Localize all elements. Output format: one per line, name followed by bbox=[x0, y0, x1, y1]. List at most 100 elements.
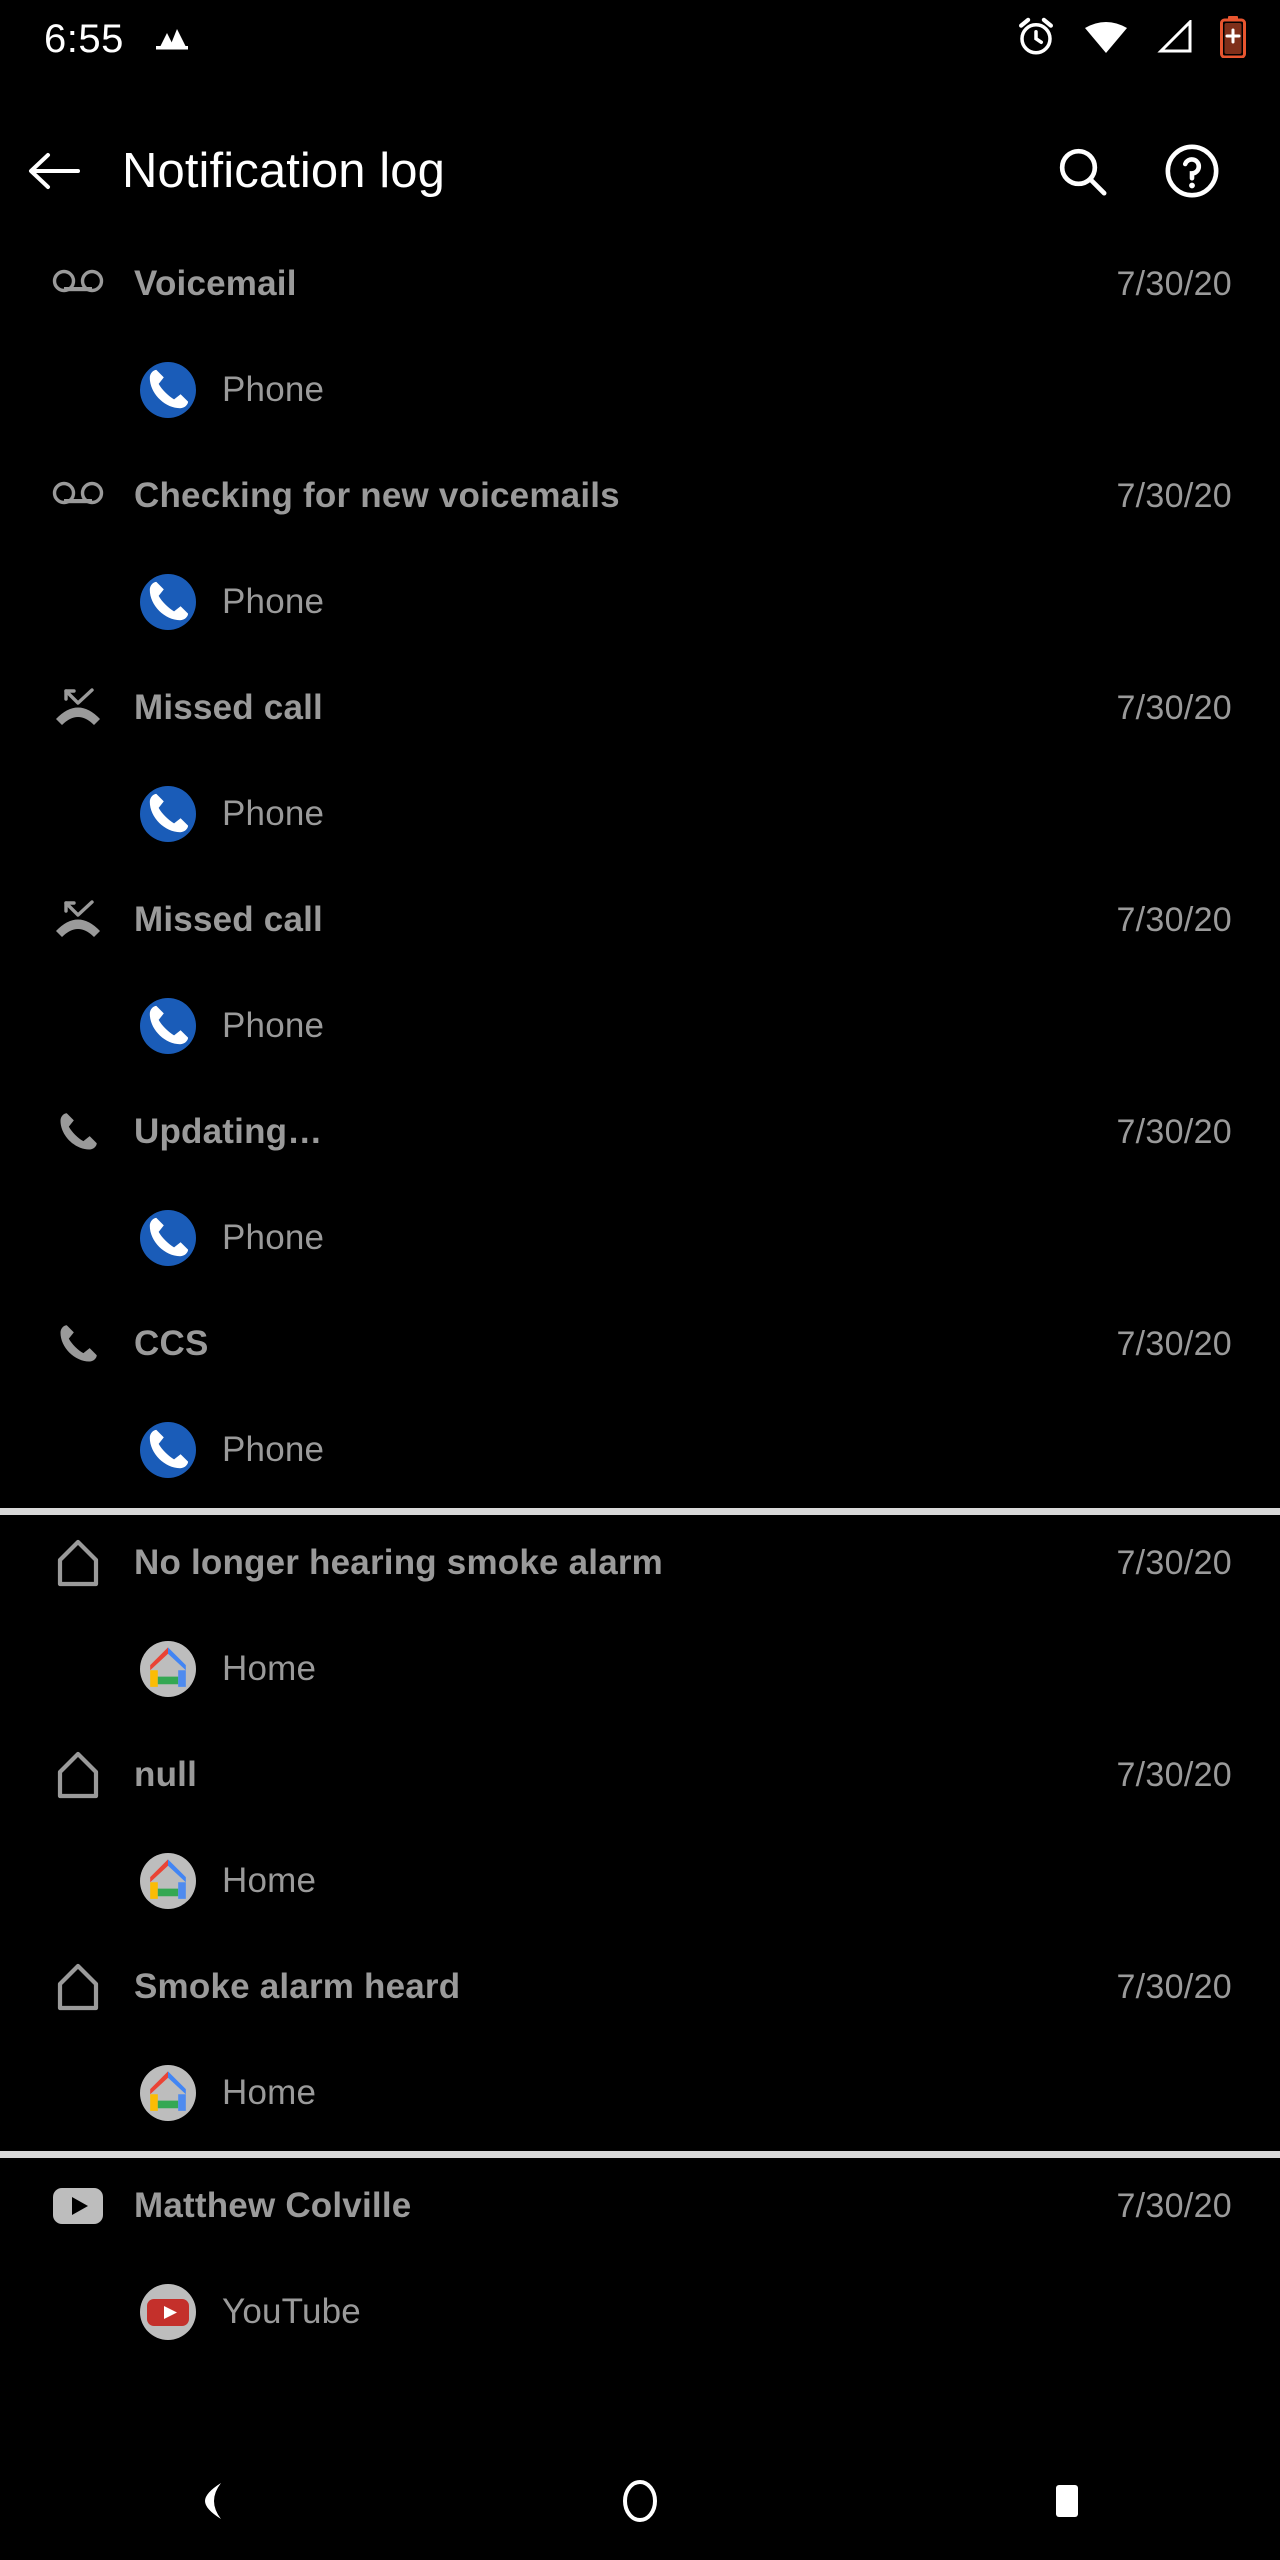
notification-entry[interactable]: Matthew Colville 7/30/20 YouTube bbox=[0, 2158, 1280, 2370]
notification-app-name: Phone bbox=[222, 370, 325, 409]
google-home-app-icon bbox=[140, 1641, 196, 1697]
help-button[interactable] bbox=[1160, 139, 1224, 203]
notification-app-name: Phone bbox=[222, 1430, 325, 1469]
nav-home-button[interactable] bbox=[565, 2442, 715, 2560]
notification-app-row[interactable]: Phone bbox=[0, 968, 1280, 1084]
status-bar-right bbox=[1015, 15, 1246, 63]
notification-app-row[interactable]: YouTube bbox=[0, 2254, 1280, 2370]
phone-app-icon bbox=[140, 1422, 196, 1478]
notification-app-row[interactable]: Phone bbox=[0, 1392, 1280, 1508]
group-youtube: Matthew Colville 7/30/20 YouTube bbox=[0, 2158, 1280, 2370]
notification-entry[interactable]: null 7/30/20 Home bbox=[0, 1727, 1280, 1939]
notification-app-row[interactable]: Phone bbox=[0, 1180, 1280, 1296]
notification-list[interactable]: Voicemail 7/30/20 Phone Checking for new vo… bbox=[0, 236, 1280, 2370]
notification-entry[interactable]: Missed call 7/30/20 Phone bbox=[0, 872, 1280, 1084]
nav-recents-button[interactable] bbox=[992, 2442, 1142, 2560]
notification-app-name: Home bbox=[222, 1861, 317, 1900]
notification-entry-header[interactable]: null 7/30/20 bbox=[0, 1727, 1280, 1823]
group-divider bbox=[0, 2151, 1280, 2158]
alarm-icon bbox=[1015, 16, 1057, 63]
notification-app-row[interactable]: Home bbox=[0, 1611, 1280, 1727]
notification-date: 7/30/20 bbox=[1116, 264, 1232, 303]
notification-app-row[interactable]: Phone bbox=[0, 332, 1280, 448]
notification-entry-header[interactable]: CCS 7/30/20 bbox=[0, 1296, 1280, 1392]
notification-app-row[interactable]: Home bbox=[0, 1823, 1280, 1939]
notification-app-row[interactable]: Phone bbox=[0, 544, 1280, 660]
notification-date: 7/30/20 bbox=[1116, 1112, 1232, 1151]
missed-call-icon bbox=[52, 894, 104, 946]
phone-app-icon bbox=[140, 998, 196, 1054]
home-outline-icon bbox=[52, 1537, 104, 1589]
home-outline-icon bbox=[52, 1961, 104, 2013]
arrow-left-icon bbox=[29, 153, 80, 189]
phone-app-icon bbox=[140, 786, 196, 842]
youtube-app-icon bbox=[140, 2284, 196, 2340]
notification-date: 7/30/20 bbox=[1116, 476, 1232, 515]
notification-entry[interactable]: Voicemail 7/30/20 Phone bbox=[0, 236, 1280, 448]
notification-entry[interactable]: CCS 7/30/20 Phone bbox=[0, 1296, 1280, 1508]
notification-entry-header[interactable]: Matthew Colville 7/30/20 bbox=[0, 2158, 1280, 2254]
status-bar-left: 6:55 bbox=[44, 19, 188, 59]
phone-app-icon bbox=[140, 362, 196, 418]
page-title: Notification log bbox=[122, 143, 445, 198]
app-bar-actions bbox=[1050, 139, 1280, 203]
notification-entry-header[interactable]: Checking for new voicemails 7/30/20 bbox=[0, 448, 1280, 544]
notification-app-name: Phone bbox=[222, 1006, 325, 1045]
notification-title: null bbox=[134, 1755, 198, 1794]
notification-app-name: Phone bbox=[222, 794, 325, 833]
group-divider bbox=[0, 1508, 1280, 1515]
notification-app-name: Phone bbox=[222, 1218, 325, 1257]
notification-entry-header[interactable]: No longer hearing smoke alarm 7/30/20 bbox=[0, 1515, 1280, 1611]
battery-saver-icon bbox=[1220, 15, 1246, 63]
notification-app-name: Home bbox=[222, 1649, 317, 1688]
navigation-bar bbox=[0, 2442, 1280, 2560]
nav-back-button[interactable] bbox=[138, 2442, 288, 2560]
notification-title: CCS bbox=[134, 1324, 209, 1363]
youtube-play-icon bbox=[52, 2180, 104, 2232]
notification-date: 7/30/20 bbox=[1116, 1543, 1232, 1582]
app-bar: Notification log bbox=[0, 106, 1280, 236]
notification-title: No longer hearing smoke alarm bbox=[134, 1543, 664, 1582]
status-bar-clock: 6:55 bbox=[44, 17, 124, 61]
notification-entry-header[interactable]: Smoke alarm heard 7/30/20 bbox=[0, 1939, 1280, 2035]
notification-date: 7/30/20 bbox=[1116, 900, 1232, 939]
nav-recents-square-icon bbox=[1055, 2485, 1078, 2517]
phone-call-icon bbox=[52, 1318, 104, 1370]
phone-app-icon bbox=[140, 1210, 196, 1266]
search-button[interactable] bbox=[1050, 139, 1114, 203]
notification-app-row[interactable]: Phone bbox=[0, 756, 1280, 872]
notification-entry-header[interactable]: Missed call 7/30/20 bbox=[0, 872, 1280, 968]
notification-app-row[interactable]: Home bbox=[0, 2035, 1280, 2151]
wifi-full-icon bbox=[1084, 20, 1128, 59]
notification-entry[interactable]: Missed call 7/30/20 Phone bbox=[0, 660, 1280, 872]
nav-home-circle-icon bbox=[622, 2480, 657, 2522]
notification-entry-header[interactable]: Voicemail 7/30/20 bbox=[0, 236, 1280, 332]
phone-app-icon bbox=[140, 574, 196, 630]
voicemail-icon bbox=[52, 470, 104, 522]
notification-title: Missed call bbox=[134, 688, 323, 727]
image-notification-icon bbox=[150, 23, 188, 56]
notification-entry-header[interactable]: Missed call 7/30/20 bbox=[0, 660, 1280, 756]
notification-title: Matthew Colville bbox=[134, 2186, 412, 2225]
notification-title: Voicemail bbox=[134, 264, 297, 303]
notification-entry-header[interactable]: Updating… 7/30/20 bbox=[0, 1084, 1280, 1180]
missed-call-icon bbox=[52, 682, 104, 734]
home-outline-icon bbox=[52, 1749, 104, 1801]
search-icon bbox=[1059, 148, 1107, 196]
group-home: No longer hearing smoke alarm 7/30/20 Home… bbox=[0, 1515, 1280, 2151]
notification-entry[interactable]: Checking for new voicemails 7/30/20 Phone bbox=[0, 448, 1280, 660]
notification-log-screen: 6:55 Notification log Voicemail 7/30/20 … bbox=[0, 0, 1280, 2560]
notification-date: 7/30/20 bbox=[1116, 688, 1232, 727]
notification-app-name: Home bbox=[222, 2073, 317, 2112]
notification-entry[interactable]: No longer hearing smoke alarm 7/30/20 Home bbox=[0, 1515, 1280, 1727]
cellular-no-signal-icon bbox=[1155, 17, 1193, 59]
notification-title: Missed call bbox=[134, 900, 323, 939]
notification-entry[interactable]: Updating… 7/30/20 Phone bbox=[0, 1084, 1280, 1296]
notification-date: 7/30/20 bbox=[1116, 1967, 1232, 2006]
notification-entry[interactable]: Smoke alarm heard 7/30/20 Home bbox=[0, 1939, 1280, 2151]
nav-back-triangle-icon bbox=[205, 2483, 222, 2519]
back-button[interactable] bbox=[0, 106, 110, 236]
notification-date: 7/30/20 bbox=[1116, 2186, 1232, 2225]
phone-call-icon bbox=[52, 1106, 104, 1158]
group-phone: Voicemail 7/30/20 Phone Checking for new vo… bbox=[0, 236, 1280, 1508]
